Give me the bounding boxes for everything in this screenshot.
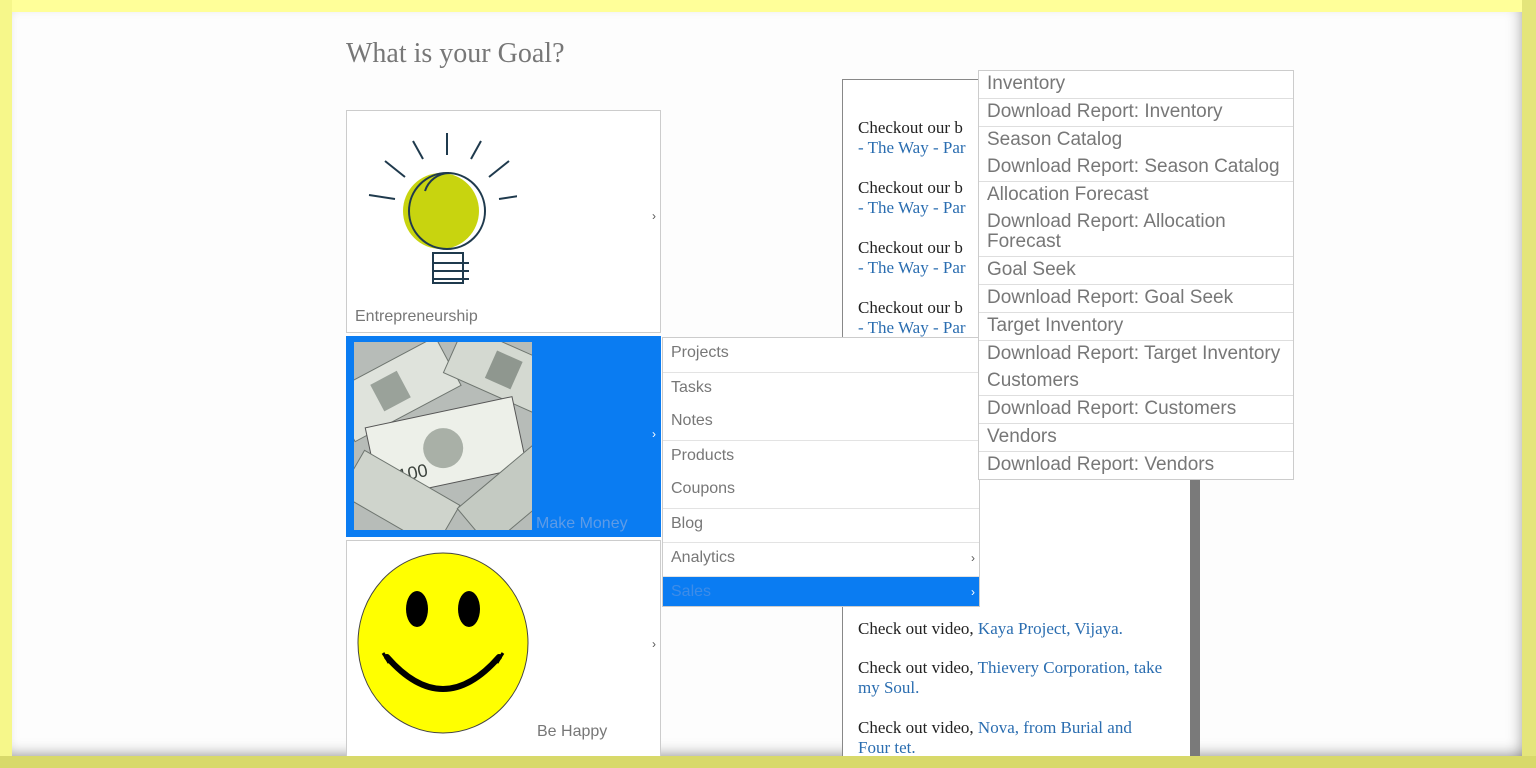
menu-item-download-inventory[interactable]: Download Report: Inventory — [979, 98, 1293, 126]
page-title: What is your Goal? — [346, 38, 565, 69]
blog-entry-text: Checkout our b — [858, 118, 963, 137]
menu-item-label: Projects — [671, 344, 729, 361]
video-entry-text: Check out video, — [858, 718, 978, 737]
menu-item-download-target-inventory[interactable]: Download Report: Target Inventory — [979, 340, 1293, 368]
menu-item-download-goal-seek[interactable]: Download Report: Goal Seek — [979, 284, 1293, 312]
menu-item-allocation-forecast[interactable]: Allocation Forecast — [979, 181, 1293, 209]
menu-item-label: Analytics — [671, 549, 736, 566]
goal-label: Make Money — [536, 515, 628, 532]
goal-label: Entrepreneurship — [355, 308, 478, 325]
menu-item-notes[interactable]: Notes — [663, 406, 979, 440]
menu-item-label: Coupons — [671, 480, 736, 497]
video-entry: Check out video, Nova, from Burial and F… — [858, 718, 1168, 756]
blog-entry-text: Checkout our b — [858, 178, 963, 197]
menu-item-coupons[interactable]: Coupons — [663, 474, 979, 508]
frame-left — [0, 0, 12, 768]
menu-item-inventory[interactable]: Inventory — [979, 71, 1293, 98]
video-entry-text: Check out video, — [858, 619, 978, 638]
goal-card-be-happy[interactable]: › Be Happy — [346, 540, 661, 756]
video-entry: Check out video, Thievery Corporation, t… — [858, 658, 1168, 698]
menu-item-season-catalog[interactable]: Season Catalog — [979, 126, 1293, 154]
menu-item-download-customers[interactable]: Download Report: Customers — [979, 395, 1293, 423]
menu-item-label: Sales — [671, 583, 712, 600]
video-entry: Check out video, Kaya Project, Vijaya. — [858, 619, 1178, 639]
menu-item-tasks[interactable]: Tasks — [663, 372, 979, 406]
menu-item-customers[interactable]: Customers — [979, 368, 1293, 395]
blog-entry-link[interactable]: - The Way - Par — [858, 138, 966, 157]
blog-entry-link[interactable]: - The Way - Par — [858, 198, 966, 217]
smiley-icon — [357, 552, 529, 734]
chevron-right-icon: › — [971, 585, 975, 599]
blog-entry-text: Checkout our b — [858, 238, 963, 257]
menu-item-goal-seek[interactable]: Goal Seek — [979, 256, 1293, 284]
page-canvas: What is your Goal? Checkout our b - The … — [12, 12, 1522, 756]
menu-item-analytics[interactable]: Analytics › — [663, 542, 979, 576]
frame-right — [1522, 0, 1536, 768]
chevron-right-icon: › — [652, 637, 656, 651]
frame-top — [0, 0, 1536, 12]
goal-card-entrepreneurship[interactable]: › Entrepreneurship — [346, 110, 661, 333]
chevron-right-icon: › — [652, 209, 656, 223]
blog-entry-text: Checkout our b — [858, 298, 963, 317]
video-entry-text: Check out video, — [858, 658, 978, 677]
money-image: 100 — [354, 342, 532, 530]
submenu-sales: Inventory Download Report: Inventory Sea… — [978, 70, 1294, 480]
frame-bottom — [0, 756, 1536, 768]
menu-item-projects[interactable]: Projects — [663, 338, 979, 372]
menu-item-download-season-catalog[interactable]: Download Report: Season Catalog — [979, 154, 1293, 181]
goal-label: Be Happy — [537, 723, 608, 740]
menu-item-blog[interactable]: Blog — [663, 508, 979, 542]
menu-item-label: Products — [671, 447, 735, 464]
menu-item-download-vendors[interactable]: Download Report: Vendors — [979, 451, 1293, 479]
menu-item-vendors[interactable]: Vendors — [979, 423, 1293, 451]
goal-card-make-money[interactable]: 100 › Make Money — [346, 336, 661, 537]
menu-item-label: Blog — [671, 515, 704, 532]
menu-item-sales[interactable]: Sales › — [663, 576, 979, 606]
submenu-make-money: Projects Tasks Notes Products Coupons Bl… — [662, 337, 980, 607]
menu-item-label: Notes — [671, 412, 713, 429]
lightbulb-icon — [368, 133, 517, 284]
blog-entry-link[interactable]: - The Way - Par — [858, 258, 966, 277]
menu-item-download-allocation-forecast[interactable]: Download Report: Allocation Forecast — [979, 209, 1293, 256]
video-entry-link[interactable]: Kaya Project, Vijaya. — [978, 619, 1123, 638]
chevron-right-icon: › — [652, 427, 656, 441]
chevron-right-icon: › — [971, 551, 975, 565]
blog-entry-link[interactable]: - The Way - Par — [858, 318, 966, 337]
menu-item-products[interactable]: Products — [663, 440, 979, 474]
menu-item-label: Tasks — [671, 379, 712, 396]
menu-item-target-inventory[interactable]: Target Inventory — [979, 312, 1293, 340]
